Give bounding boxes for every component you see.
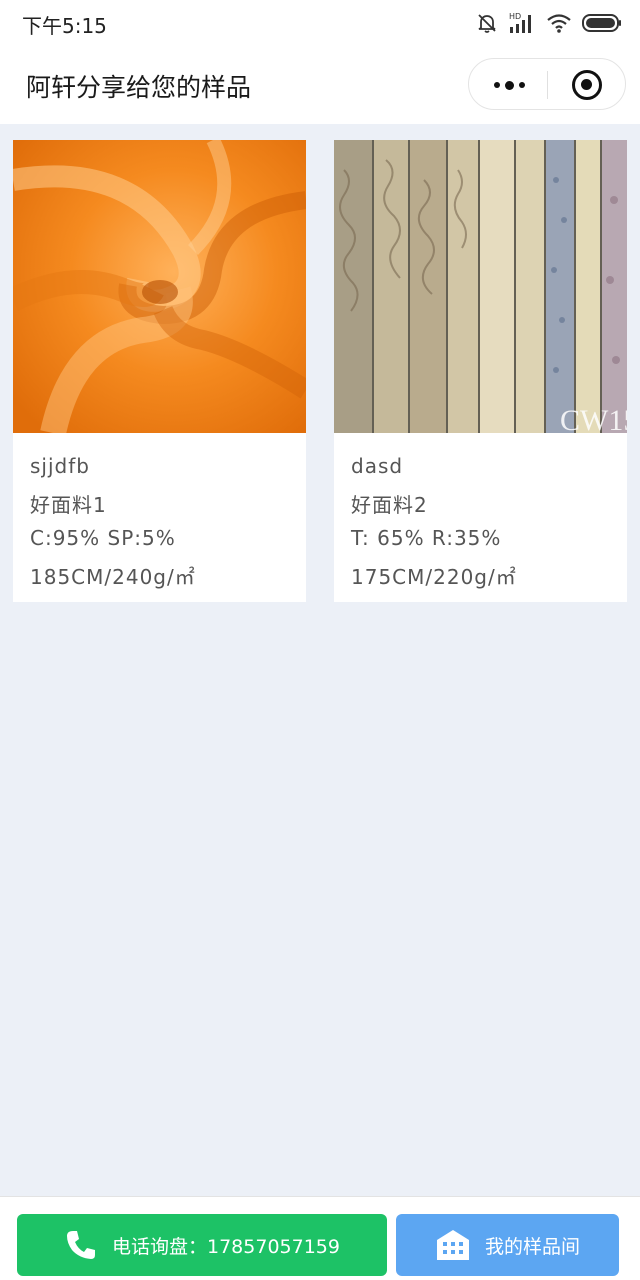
close-target-icon[interactable]	[572, 70, 602, 100]
image-watermark: CW15	[560, 404, 627, 433]
product-spec: 175CM/220g/㎡	[351, 565, 517, 589]
product-card[interactable]: CW15 dasd 好面料2 T: 65% R:35% 175CM/220g/㎡	[334, 140, 627, 602]
my-sample-room-button[interactable]: 我的样品间	[396, 1214, 619, 1276]
product-card[interactable]: sjjdfb 好面料1 C:95% SP:5% 185CM/240g/㎡	[13, 140, 306, 602]
nav-bar: 阿轩分享给您的样品	[0, 46, 640, 124]
product-composition: T: 65% R:35%	[351, 526, 502, 550]
mute-bell-icon	[478, 14, 496, 33]
more-icon[interactable]	[489, 73, 529, 97]
hd-label: HD	[509, 12, 521, 21]
product-spec: 185CM/240g/㎡	[30, 565, 196, 589]
product-code: dasd	[351, 454, 404, 478]
bottom-action-bar: 电话询盘：17857057159 我的样品间	[0, 1196, 640, 1280]
status-time: 下午5:15	[22, 14, 107, 38]
call-inquiry-button[interactable]: 电话询盘：17857057159	[17, 1214, 387, 1276]
page-title: 阿轩分享给您的样品	[26, 73, 252, 102]
product-composition: C:95% SP:5%	[30, 526, 176, 550]
product-image-orange-velvet[interactable]	[13, 140, 306, 433]
mini-program-capsule	[468, 58, 626, 110]
product-name: 好面料2	[351, 493, 428, 517]
capsule-divider	[547, 71, 548, 99]
my-sample-room-label: 我的样品间	[484, 1235, 580, 1258]
status-bar: 下午5:15 HD	[0, 0, 640, 46]
product-image-patterned-fabrics[interactable]: CW15	[334, 140, 627, 433]
call-inquiry-label: 电话询盘：17857057159	[112, 1235, 340, 1258]
wifi-icon	[547, 14, 571, 33]
phone-icon	[67, 1231, 95, 1259]
status-icons: HD	[476, 8, 622, 38]
signal-icon: HD	[509, 12, 531, 33]
product-code: sjjdfb	[30, 454, 90, 478]
product-name: 好面料1	[30, 493, 107, 517]
battery-icon	[582, 14, 621, 32]
building-icon	[436, 1230, 469, 1260]
